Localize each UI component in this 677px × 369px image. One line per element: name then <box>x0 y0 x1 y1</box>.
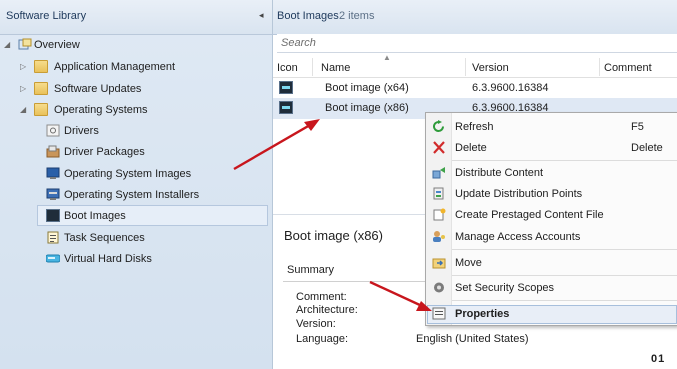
annotation-arrow-head <box>304 119 320 131</box>
annotation-arrow-line <box>233 123 311 171</box>
annotation-arrows <box>233 119 432 311</box>
annotation-arrow-line <box>369 280 423 308</box>
annotation-arrow-head <box>416 301 432 311</box>
